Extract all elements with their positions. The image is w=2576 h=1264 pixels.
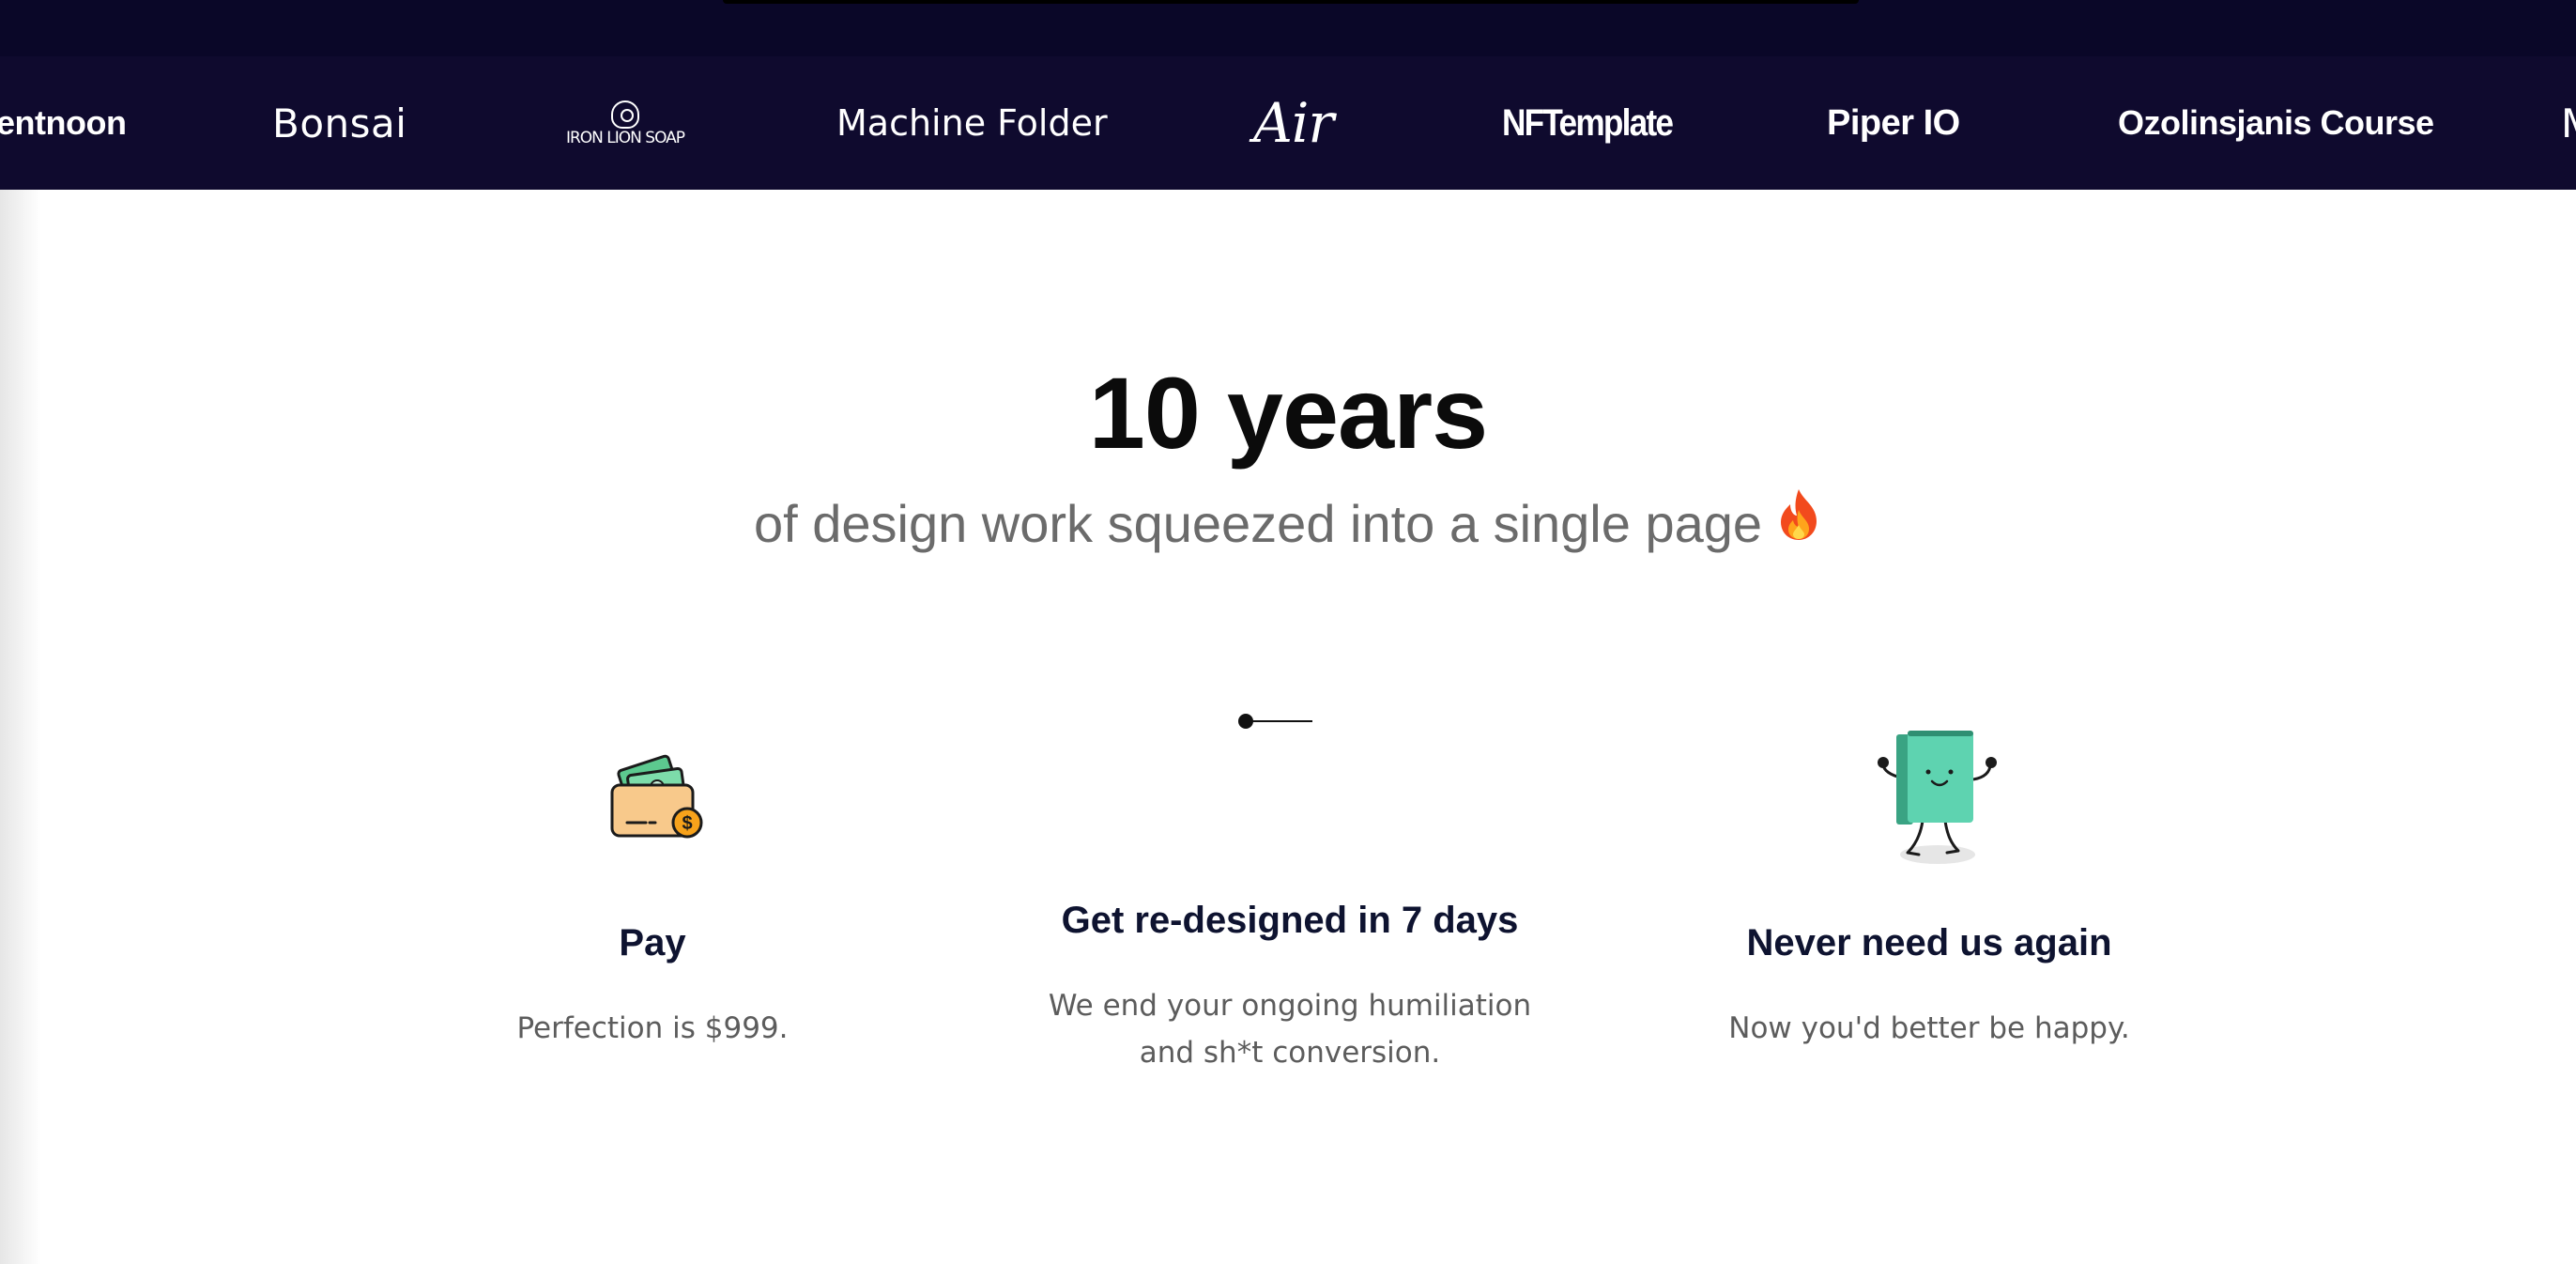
- logo-entnoon: entnoon: [0, 56, 127, 190]
- logo-piper-io: Piper IO: [1827, 56, 1960, 190]
- hero-subtitle-text: of design work squeezed into a single pa…: [753, 494, 1763, 553]
- lion-crest-icon: [611, 100, 639, 129]
- logo-nftemplate-text: NFTemplate: [1502, 101, 1674, 144]
- logo-bonsai-text: Bonsai: [272, 100, 407, 146]
- hero-title: 10 years: [1088, 356, 1488, 470]
- top-strip-edge: [723, 0, 1859, 4]
- logo-partial-text: M: [2561, 100, 2576, 146]
- logo-piper-io-text: Piper IO: [1827, 102, 1960, 143]
- logo-machine-folder-text: Machine Folder: [836, 102, 1108, 144]
- step-never-again-description: Now you'd better be happy.: [1728, 1011, 2130, 1045]
- step-pay-title: Pay: [619, 922, 686, 963]
- svg-text:$: $: [682, 813, 692, 834]
- logo-ozolinsjanis-course: Ozolinsjanis Course: [2118, 56, 2434, 190]
- hero-subtitle: of design work squeezed into a single pa…: [0, 487, 2576, 558]
- logo-ozolinsjanis-course-text: Ozolinsjanis Course: [2118, 103, 2434, 142]
- step-never-again: Never need us again Now you'd better be …: [1638, 918, 2220, 1052]
- fire-icon: [1775, 487, 1822, 558]
- logo-air: Air: [1253, 56, 1334, 190]
- logo-entnoon-text: entnoon: [0, 103, 127, 142]
- step-redesign-description-line2: and sh*t conversion.: [1139, 1036, 1441, 1070]
- step-redesign-title: Get re-designed in 7 days: [1061, 900, 1519, 941]
- logo-air-text: Air: [1253, 91, 1334, 155]
- logo-iron-lion-soap-text: IRON LION SOAP: [565, 129, 685, 147]
- logo-machine-folder: Machine Folder: [836, 56, 1108, 190]
- step-never-again-title: Never need us again: [1746, 922, 2112, 963]
- step-pay: Pay Perfection is $999.: [361, 918, 943, 1052]
- happy-book-icon: [1874, 723, 2005, 878]
- step-redesign: Get re-designed in 7 days We end your on…: [999, 896, 1581, 1076]
- logo-iron-lion-soap: IRON LION SOAP: [565, 56, 685, 190]
- logo-bonsai: Bonsai: [272, 56, 406, 190]
- logo-nftemplate: NFTemplate: [1502, 56, 1674, 190]
- logo-partial: M: [2561, 56, 2576, 190]
- client-logo-bar: entnoon Bonsai IRON LION SOAP Machine Fo…: [0, 56, 2576, 190]
- timeline-dot-icon: [1237, 712, 1316, 735]
- wallet-money-icon: $: [608, 751, 706, 846]
- step-pay-description: Perfection is $999.: [516, 1011, 789, 1045]
- step-redesign-description-line1: We end your ongoing humiliation: [1048, 989, 1532, 1023]
- step-redesign-description: We end your ongoing humiliation and sh*t…: [999, 982, 1581, 1076]
- top-strip: [0, 0, 2576, 56]
